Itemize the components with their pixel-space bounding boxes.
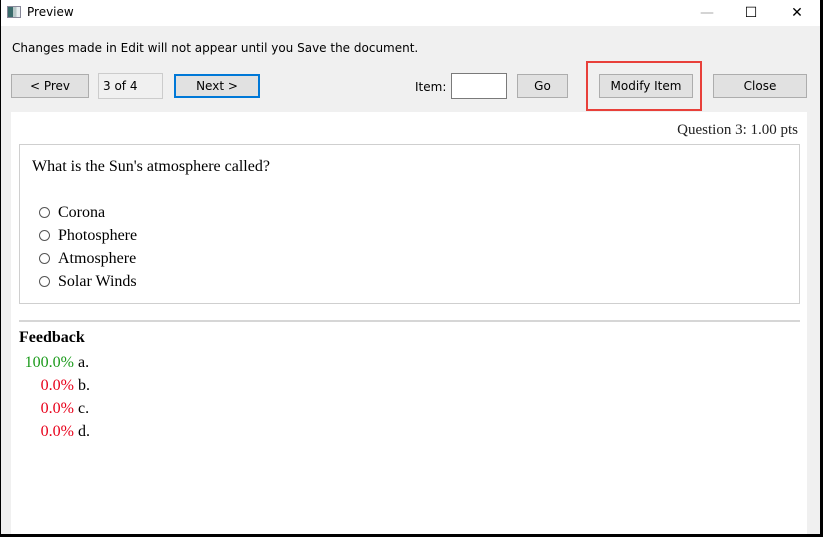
save-notice: Changes made in Edit will not appear unt… (12, 41, 419, 55)
radio-button[interactable] (39, 230, 50, 241)
next-button[interactable]: Next > (174, 74, 260, 98)
choice-item[interactable]: Photosphere (39, 224, 137, 247)
feedback-letter: c. (78, 399, 90, 417)
feedback-percent: 0.0% (40, 376, 74, 394)
answer-choices: Corona Photosphere Atmosphere Solar Wind… (39, 201, 137, 293)
choice-label: Photosphere (58, 226, 138, 244)
feedback-list: 100.0% a. 0.0% b. 0.0% c. 0.0% d. (19, 351, 90, 443)
minimize-icon[interactable]: — (684, 0, 730, 26)
choice-item[interactable]: Solar Winds (39, 270, 137, 293)
feedback-row: 0.0% c. (19, 397, 90, 420)
choice-item[interactable]: Corona (39, 201, 137, 224)
feedback-title: Feedback (19, 329, 85, 346)
page-indicator: 3 of 4 (98, 73, 163, 99)
radio-button[interactable] (39, 253, 50, 264)
maximize-icon[interactable]: ☐ (728, 0, 774, 26)
title-bar: Preview — ☐ ✕ (1, 0, 820, 26)
choice-label: Solar Winds (58, 272, 137, 290)
prev-button[interactable]: < Prev (11, 74, 89, 98)
feedback-row: 100.0% a. (19, 351, 90, 374)
app-window-icon (7, 6, 21, 18)
radio-button[interactable] (39, 276, 50, 287)
preview-window: Preview — ☐ ✕ Changes made in Edit will … (1, 0, 822, 536)
window-title: Preview (27, 5, 74, 19)
feedback-letter: d. (78, 422, 90, 440)
question-text: What is the Sun's atmosphere called? (32, 158, 270, 175)
question-box: What is the Sun's atmosphere called? Cor… (19, 144, 800, 304)
radio-button[interactable] (39, 207, 50, 218)
choice-label: Atmosphere (58, 249, 137, 267)
feedback-percent: 0.0% (40, 422, 74, 440)
feedback-row: 0.0% b. (19, 374, 90, 397)
feedback-divider (19, 320, 800, 322)
preview-content: Question 3: 1.00 pts What is the Sun's a… (11, 112, 807, 534)
choice-item[interactable]: Atmosphere (39, 247, 137, 270)
feedback-letter: a. (78, 353, 90, 371)
item-label: Item: (415, 80, 447, 94)
feedback-letter: b. (78, 376, 90, 394)
modify-item-highlight (586, 61, 702, 111)
item-number-input[interactable] (451, 73, 507, 99)
question-points: Question 3: 1.00 pts (677, 122, 798, 138)
feedback-row: 0.0% d. (19, 420, 90, 443)
go-button[interactable]: Go (517, 74, 568, 98)
feedback-percent: 0.0% (40, 399, 74, 417)
feedback-percent: 100.0% (24, 353, 74, 371)
close-window-icon[interactable]: ✕ (774, 0, 820, 26)
choice-label: Corona (58, 203, 106, 221)
close-button[interactable]: Close (713, 74, 807, 98)
